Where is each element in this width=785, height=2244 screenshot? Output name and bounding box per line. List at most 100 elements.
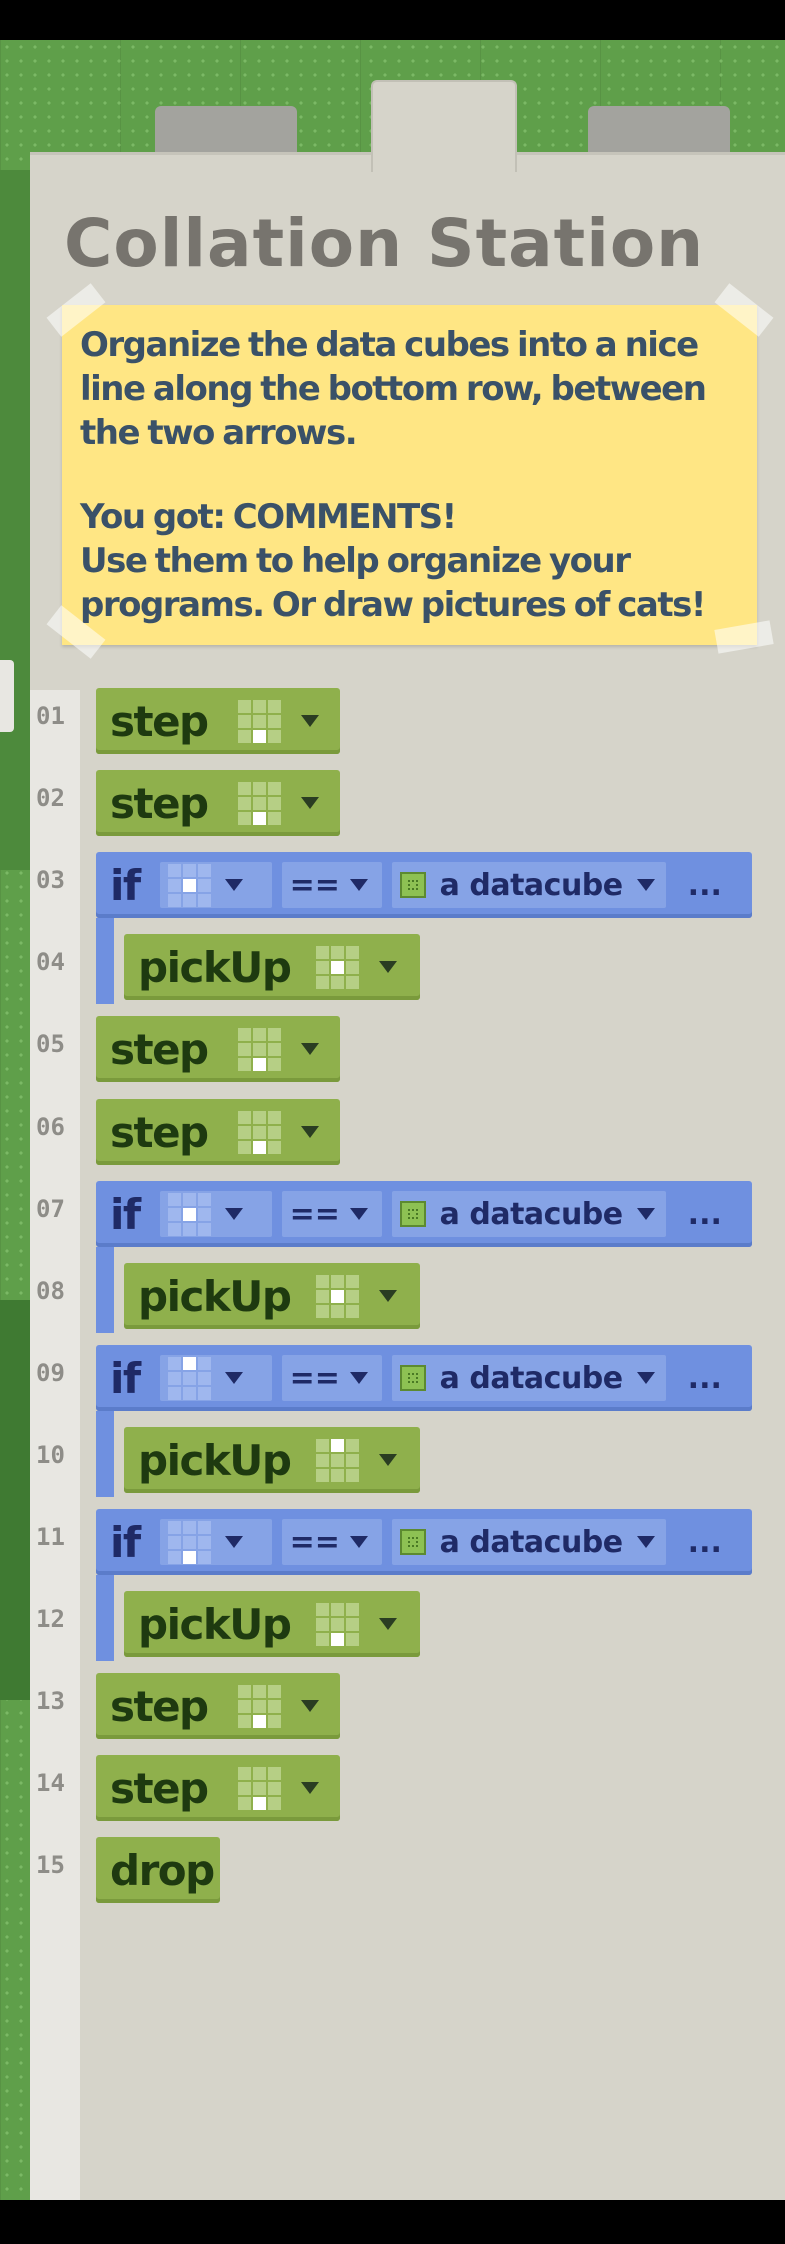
step-block[interactable]: step [96,1099,340,1165]
direction-select[interactable] [159,1191,272,1237]
datacube-icon [399,1529,426,1555]
chevron-down-icon[interactable] [349,1372,368,1384]
operator-label: == [289,1360,340,1396]
chevron-down-icon[interactable] [300,715,319,727]
operator-label: == [289,867,340,903]
target-select[interactable]: a datacube [391,1191,666,1237]
pickUp-block[interactable]: pickUp [124,934,420,1000]
direction-select[interactable] [316,1274,398,1318]
datacube-icon [399,1365,426,1391]
target-select[interactable]: a datacube [391,1519,666,1565]
more-options-button[interactable]: ... [688,1525,722,1560]
target-label: a datacube [439,1196,623,1232]
if-block[interactable]: if == a datacube... [96,1345,752,1411]
more-options-button[interactable]: ... [688,868,722,903]
instruction-keyword: step [110,696,209,746]
direction-grid-icon [237,1110,281,1154]
direction-select[interactable] [237,699,319,743]
chevron-down-icon[interactable] [379,1454,398,1466]
step-block[interactable]: step [96,770,340,836]
target-select[interactable]: a datacube [391,862,666,908]
direction-select[interactable] [237,781,319,825]
level-title: Collation Station [64,205,705,282]
chevron-down-icon[interactable] [300,1782,319,1794]
direction-grid-icon [167,1356,211,1400]
chevron-down-icon[interactable] [636,1536,655,1548]
direction-select[interactable] [316,1602,398,1646]
note-reward: You got: COMMENTS! [80,497,457,537]
step-block[interactable]: step [96,1755,340,1821]
drop-block[interactable]: drop [96,1837,220,1903]
chevron-down-icon[interactable] [300,1126,319,1138]
target-label: a datacube [439,1524,623,1560]
chevron-down-icon[interactable] [224,1536,243,1548]
more-options-button[interactable]: ... [688,1197,722,1232]
chevron-down-icon[interactable] [636,1372,655,1384]
direction-select[interactable] [159,862,272,908]
direction-grid-icon [237,1766,281,1810]
direction-select[interactable] [159,1519,272,1565]
direction-select[interactable] [237,1110,319,1154]
direction-grid-icon [167,863,211,907]
target-label: a datacube [439,867,623,903]
line-number: 14 [36,1769,65,1797]
chevron-down-icon[interactable] [300,797,319,809]
direction-select[interactable] [316,945,398,989]
target-select[interactable]: a datacube [391,1355,666,1401]
step-block[interactable]: step [96,1673,340,1739]
chevron-down-icon[interactable] [636,879,655,891]
chevron-down-icon[interactable] [379,1618,398,1630]
operator-select[interactable]: == [281,1191,382,1237]
note-hint: Use them to help organize your programs.… [80,541,706,625]
comment-note[interactable]: Organize the data cubes into a nice line… [62,305,757,645]
chevron-down-icon[interactable] [224,1208,243,1220]
operator-select[interactable]: == [281,862,382,908]
if-block[interactable]: if == a datacube... [96,1181,752,1247]
chevron-down-icon[interactable] [224,879,243,891]
chevron-down-icon[interactable] [349,1208,368,1220]
chevron-down-icon[interactable] [379,961,398,973]
line-number: 12 [36,1605,65,1633]
if-block[interactable]: if == a datacube... [96,852,752,918]
step-block[interactable]: step [96,688,340,754]
bottom-bar [0,2200,785,2244]
line-number: 04 [36,948,65,976]
datacube-icon [399,1201,426,1227]
board-edge-lower [0,1300,30,1700]
direction-grid-icon [167,1520,211,1564]
direction-select[interactable] [237,1027,319,1071]
pickUp-block[interactable]: pickUp [124,1427,420,1493]
chevron-down-icon[interactable] [300,1043,319,1055]
direction-select[interactable] [237,1684,319,1728]
instruction-keyword: if [110,1189,141,1239]
if-block[interactable]: if == a datacube... [96,1509,752,1575]
instruction-keyword: if [110,1353,141,1403]
line-number: 10 [36,1441,65,1469]
line-number: 05 [36,1030,65,1058]
chevron-down-icon[interactable] [300,1700,319,1712]
step-block[interactable]: step [96,1016,340,1082]
instruction-keyword: if [110,1517,141,1567]
if-body-bar [96,1575,114,1661]
line-number: 11 [36,1523,65,1551]
more-options-button[interactable]: ... [688,1361,722,1396]
chevron-down-icon[interactable] [379,1290,398,1302]
chevron-down-icon[interactable] [349,1536,368,1548]
direction-grid-icon [316,1274,360,1318]
direction-select[interactable] [237,1766,319,1810]
side-tab[interactable] [0,660,14,732]
instruction-keyword: step [110,1681,209,1731]
chevron-down-icon[interactable] [224,1372,243,1384]
operator-select[interactable]: == [281,1519,382,1565]
panel-tab-active[interactable] [371,80,517,172]
operator-select[interactable]: == [281,1355,382,1401]
chevron-down-icon[interactable] [636,1208,655,1220]
pickUp-block[interactable]: pickUp [124,1591,420,1657]
pickUp-block[interactable]: pickUp [124,1263,420,1329]
direction-select[interactable] [159,1355,272,1401]
chevron-down-icon[interactable] [349,879,368,891]
line-number: 09 [36,1359,65,1387]
direction-grid-icon [237,1684,281,1728]
operator-label: == [289,1196,340,1232]
direction-select[interactable] [316,1438,398,1482]
